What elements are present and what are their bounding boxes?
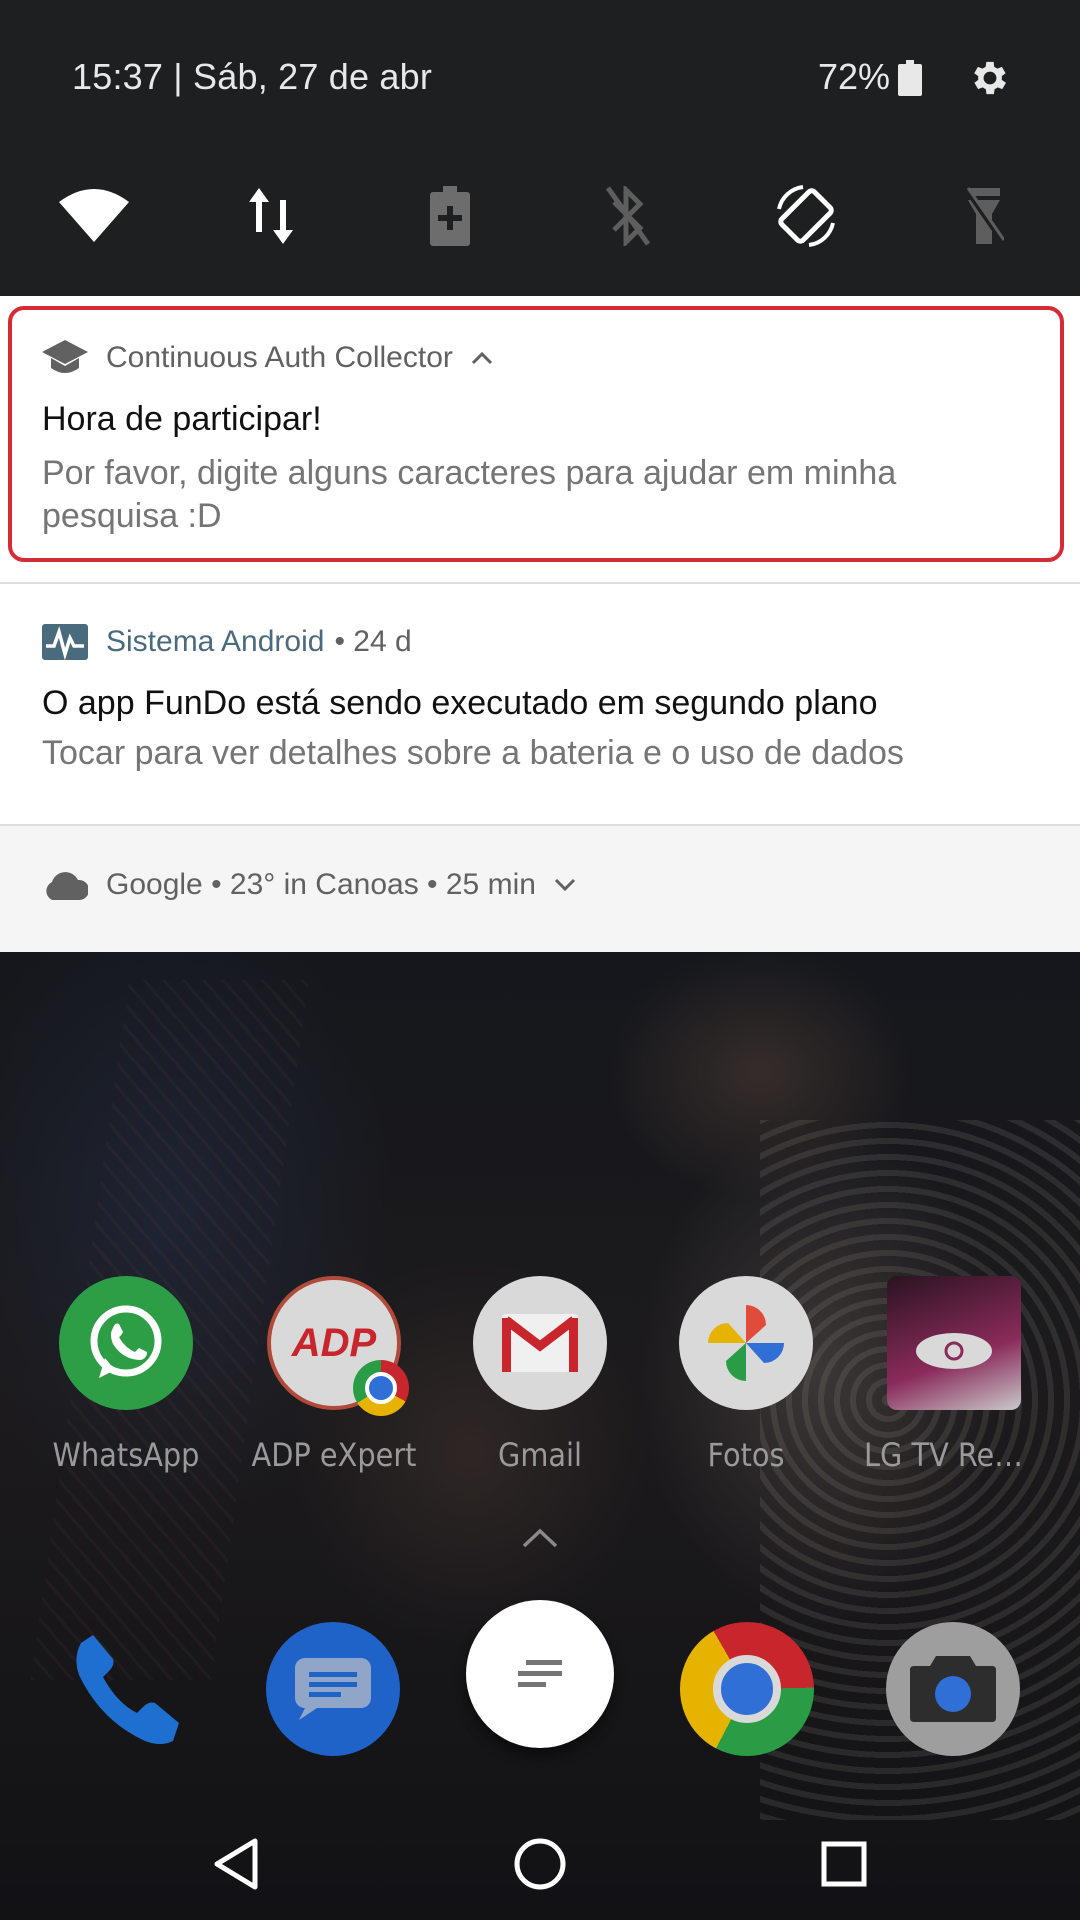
- battery-icon: [898, 60, 922, 96]
- graduation-cap-icon: [42, 340, 88, 373]
- notification-title: Hora de participar!: [42, 400, 322, 438]
- whatsapp-icon: [59, 1276, 193, 1410]
- battery-percentage: 72%: [818, 56, 891, 97]
- notification-shade: Continuous Auth Collector Hora de partic…: [0, 296, 1080, 952]
- battery-saver-tile[interactable]: [414, 180, 486, 252]
- app-label: LG TV Rem...: [864, 1436, 1044, 1474]
- messages-icon: [295, 1658, 371, 1720]
- phone-icon: [76, 1635, 179, 1744]
- recents-square-icon: [821, 1841, 867, 1887]
- activity-monitor-icon: [42, 624, 88, 660]
- app-gmail[interactable]: Gmail: [450, 1276, 630, 1474]
- notification-google-weather[interactable]: Google • 23° in Canoas • 25 min: [0, 826, 1080, 952]
- gmail-icon: [473, 1276, 607, 1410]
- app-drawer-chevron-icon[interactable]: [522, 1528, 558, 1548]
- wifi-tile[interactable]: [58, 180, 130, 252]
- dock-phone[interactable]: [58, 1622, 192, 1756]
- back-button[interactable]: [204, 1832, 268, 1896]
- chrome-badge-icon: [353, 1360, 409, 1416]
- wifi-icon: [59, 189, 129, 242]
- mobile-data-tile[interactable]: [236, 180, 308, 252]
- app-label: ADP eXpert: [251, 1436, 417, 1474]
- mobile-data-icon: [249, 188, 293, 244]
- dock-chrome[interactable]: [680, 1622, 814, 1756]
- app-adp-expert[interactable]: ADP ADP eXpert: [244, 1276, 424, 1474]
- notification-header: Continuous Auth Collector: [42, 340, 493, 376]
- dock-camera[interactable]: [886, 1622, 1020, 1756]
- back-triangle-icon: [214, 1838, 258, 1890]
- notification-app-name: Continuous Auth Collector: [106, 341, 453, 374]
- chevron-down-icon[interactable]: [554, 878, 576, 892]
- auto-rotate-icon: [777, 185, 835, 247]
- notification-header: Sistema Android • 24 d: [42, 624, 412, 660]
- google-search-button[interactable]: [466, 1600, 614, 1748]
- app-lg-tv-remote[interactable]: LG TV Rem...: [864, 1276, 1044, 1474]
- home-circle-icon: [514, 1838, 566, 1890]
- notification-title: O app FunDo está sendo executado em segu…: [42, 684, 878, 722]
- flashlight-off-icon: [964, 187, 1004, 244]
- adp-icon: ADP: [267, 1276, 409, 1416]
- flashlight-tile[interactable]: [948, 180, 1020, 252]
- notification-body: Tocar para ver detalhes sobre a bateria …: [42, 734, 904, 772]
- app-fotos[interactable]: Fotos: [656, 1276, 836, 1474]
- settings-gear-icon[interactable]: [968, 56, 1012, 100]
- notification-continuous-auth[interactable]: Continuous Auth Collector Hora de partic…: [0, 296, 1080, 582]
- battery-saver-icon: [430, 186, 470, 246]
- date-time: 15:37 | Sáb, 27 de abr: [72, 56, 433, 97]
- dock-messages[interactable]: [266, 1622, 400, 1756]
- notification-app-name: Sistema Android: [106, 625, 325, 658]
- notification-body: Por favor, digite alguns caracteres para…: [42, 454, 897, 535]
- notification-header: Google • 23° in Canoas • 25 min: [42, 868, 576, 902]
- navigation-bar: [0, 1808, 1080, 1920]
- cloud-icon: [46, 872, 88, 900]
- camera-icon: [910, 1656, 996, 1722]
- auto-rotate-tile[interactable]: [770, 180, 842, 252]
- app-label: Fotos: [707, 1436, 785, 1474]
- lg-tv-remote-icon: [887, 1276, 1021, 1410]
- chevron-up-icon[interactable]: [471, 351, 493, 365]
- notification-summary: Google • 23° in Canoas • 25 min: [106, 868, 536, 901]
- chrome-icon: [713, 1655, 781, 1723]
- photos-pinwheel-icon: [679, 1276, 813, 1410]
- bluetooth-off-icon: [606, 186, 650, 246]
- notification-sistema-android[interactable]: Sistema Android • 24 d O app FunDo está …: [0, 584, 1080, 826]
- home-button[interactable]: [508, 1832, 572, 1896]
- bluetooth-tile[interactable]: [592, 180, 664, 252]
- app-whatsapp[interactable]: WhatsApp: [36, 1276, 216, 1474]
- app-label: WhatsApp: [52, 1436, 200, 1474]
- notification-time: • 24 d: [334, 625, 412, 658]
- quick-settings-panel: 15:37 | Sáb, 27 de abr 72%: [0, 0, 1080, 296]
- app-label: Gmail: [498, 1436, 582, 1474]
- recents-button[interactable]: [812, 1832, 876, 1896]
- search-lines-icon: [518, 1660, 562, 1687]
